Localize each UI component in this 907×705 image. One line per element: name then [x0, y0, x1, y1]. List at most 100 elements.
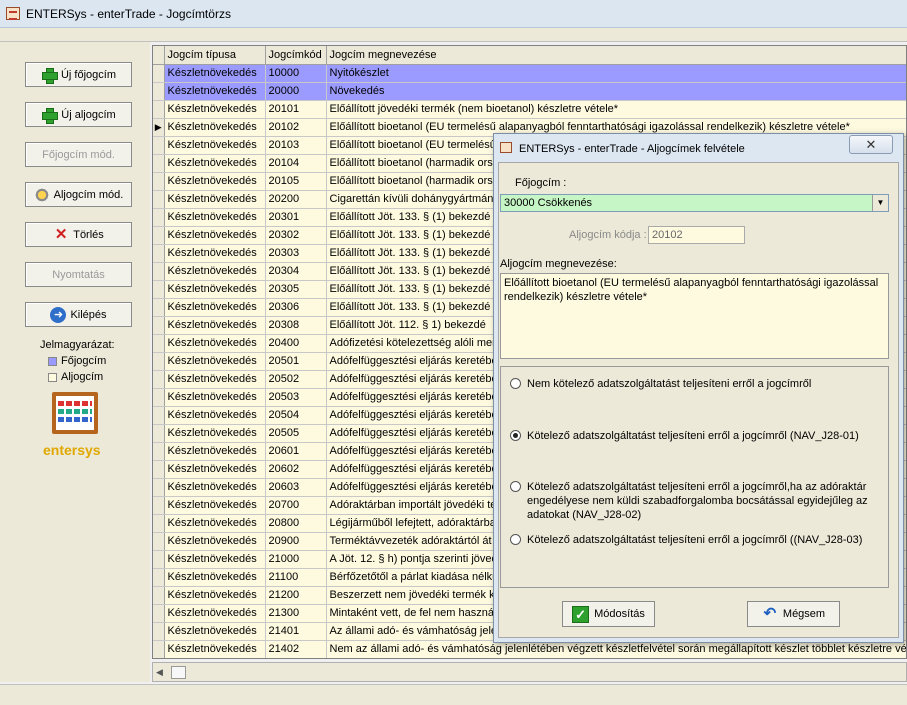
cell-type[interactable]: Készletnövekedés	[164, 586, 266, 605]
cell-code[interactable]: 20303	[265, 244, 327, 263]
cell-code[interactable]: 20101	[265, 100, 327, 119]
column-header-name[interactable]: Jogcím megnevezése	[326, 46, 906, 65]
column-header-code[interactable]: Jogcímkód	[265, 46, 327, 65]
row-indicator[interactable]	[153, 352, 165, 371]
cell-type[interactable]: Készletnövekedés	[164, 370, 266, 389]
row-indicator[interactable]	[153, 280, 165, 299]
cell-type[interactable]: Készletnövekedés	[164, 568, 266, 587]
cell-code[interactable]: 20306	[265, 298, 327, 317]
cell-type[interactable]: Készletnövekedés	[164, 622, 266, 641]
cell-code[interactable]: 20700	[265, 496, 327, 515]
cell-code[interactable]: 20800	[265, 514, 327, 533]
cell-code[interactable]: 21401	[265, 622, 327, 641]
cell-type[interactable]: Készletnövekedés	[164, 388, 266, 407]
cell-name[interactable]: Növekedés	[326, 82, 906, 101]
cell-code[interactable]: 20105	[265, 172, 327, 191]
row-indicator[interactable]	[153, 370, 165, 389]
cell-type[interactable]: Készletnövekedés	[164, 298, 266, 317]
cell-type[interactable]: Készletnövekedés	[164, 64, 266, 83]
cell-code[interactable]: 20104	[265, 154, 327, 173]
cell-code[interactable]: 20301	[265, 208, 327, 227]
cell-code[interactable]: 20400	[265, 334, 327, 353]
radio-button[interactable]	[510, 430, 521, 441]
cell-name[interactable]: Előállított jövedéki termék (nem bioetan…	[326, 100, 906, 119]
cell-code[interactable]: 20502	[265, 370, 327, 389]
radio-button[interactable]	[510, 534, 521, 545]
cell-type[interactable]: Készletnövekedés	[164, 424, 266, 443]
row-indicator[interactable]	[153, 316, 165, 335]
new-main-claim-button[interactable]: Új főjogcím	[25, 62, 132, 87]
edit-main-claim-button[interactable]: Főjogcím mód.	[25, 142, 132, 167]
column-header-type[interactable]: Jogcím típusa	[164, 46, 266, 65]
radio-required-j28-03[interactable]: Kötelező adatszolgáltatást teljesíteni e…	[510, 533, 880, 547]
cell-type[interactable]: Készletnövekedés	[164, 154, 266, 173]
cell-code[interactable]: 20305	[265, 280, 327, 299]
table-row[interactable]: Készletnövekedés 20101 Előállított jövedék…	[153, 100, 906, 119]
cell-code[interactable]: 20103	[265, 136, 327, 155]
radio-button[interactable]	[510, 378, 521, 389]
cell-code[interactable]: 20505	[265, 424, 327, 443]
dialog-close-button[interactable]: ✕	[849, 135, 893, 154]
row-indicator[interactable]	[153, 244, 165, 263]
row-indicator[interactable]	[153, 442, 165, 461]
delete-button[interactable]: ✕ Törlés	[25, 222, 132, 247]
cell-type[interactable]: Készletnövekedés	[164, 82, 266, 101]
row-indicator[interactable]	[153, 262, 165, 281]
cell-code[interactable]: 21100	[265, 568, 327, 587]
row-indicator[interactable]	[153, 496, 165, 515]
row-indicator[interactable]	[153, 298, 165, 317]
row-indicator[interactable]	[153, 388, 165, 407]
cell-type[interactable]: Készletnövekedés	[164, 514, 266, 533]
scrollbar-thumb[interactable]	[171, 666, 186, 679]
radio-not-required[interactable]: Nem kötelező adatszolgáltatást teljesíte…	[510, 377, 880, 391]
cell-type[interactable]: Készletnövekedés	[164, 316, 266, 335]
row-indicator[interactable]	[153, 172, 165, 191]
row-indicator[interactable]	[153, 478, 165, 497]
cell-type[interactable]: Készletnövekedés	[164, 280, 266, 299]
row-indicator[interactable]	[153, 532, 165, 551]
row-indicator[interactable]	[153, 64, 165, 83]
cell-type[interactable]: Készletnövekedés	[164, 406, 266, 425]
row-indicator[interactable]	[153, 154, 165, 173]
row-indicator[interactable]	[153, 586, 165, 605]
cell-code[interactable]: 20601	[265, 442, 327, 461]
cell-code[interactable]: 20501	[265, 352, 327, 371]
cell-code[interactable]: 20603	[265, 478, 327, 497]
row-indicator[interactable]	[153, 406, 165, 425]
table-row[interactable]: Készletnövekedés 10000 Nyitókészlet	[153, 64, 906, 83]
cell-type[interactable]: Készletnövekedés	[164, 550, 266, 569]
chevron-down-icon[interactable]: ▼	[872, 195, 888, 211]
modify-button[interactable]: ✓ Módosítás	[562, 601, 655, 627]
row-indicator[interactable]	[153, 604, 165, 623]
cell-type[interactable]: Készletnövekedés	[164, 262, 266, 281]
row-indicator[interactable]	[153, 622, 165, 641]
cell-type[interactable]: Készletnövekedés	[164, 136, 266, 155]
row-indicator[interactable]	[153, 640, 165, 658]
row-indicator[interactable]	[153, 82, 165, 101]
cell-type[interactable]: Készletnövekedés	[164, 442, 266, 461]
radio-button[interactable]	[510, 481, 521, 492]
row-indicator[interactable]	[153, 460, 165, 479]
cell-code[interactable]: 21000	[265, 550, 327, 569]
cell-code[interactable]: 20602	[265, 460, 327, 479]
cell-type[interactable]: Készletnövekedés	[164, 190, 266, 209]
print-button[interactable]: Nyomtatás	[25, 262, 132, 287]
cell-code[interactable]: 20102	[265, 118, 327, 137]
table-row[interactable]: Készletnövekedés 20000 Növekedés	[153, 82, 906, 101]
cell-code[interactable]: 20504	[265, 406, 327, 425]
row-indicator[interactable]	[153, 514, 165, 533]
row-indicator[interactable]	[153, 424, 165, 443]
cell-type[interactable]: Készletnövekedés	[164, 478, 266, 497]
current-row-marker-icon[interactable]: ▶	[153, 118, 165, 137]
cell-code[interactable]: 20304	[265, 262, 327, 281]
main-claim-select[interactable]: 30000 Csökkenés ▼	[500, 194, 889, 212]
sub-claim-desc-field[interactable]: Előállított bioetanol (EU termelésű alap…	[500, 273, 889, 359]
cell-code[interactable]: 10000	[265, 64, 327, 83]
row-indicator[interactable]	[153, 226, 165, 245]
row-indicator[interactable]	[153, 568, 165, 587]
cancel-button[interactable]: ↶ Mégsem	[747, 601, 840, 627]
radio-required-j28-02[interactable]: Kötelező adatszolgáltatást teljesíteni e…	[510, 480, 880, 522]
cell-type[interactable]: Készletnövekedés	[164, 604, 266, 623]
scroll-left-icon[interactable]: ◀	[156, 667, 163, 678]
cell-code[interactable]: 20503	[265, 388, 327, 407]
